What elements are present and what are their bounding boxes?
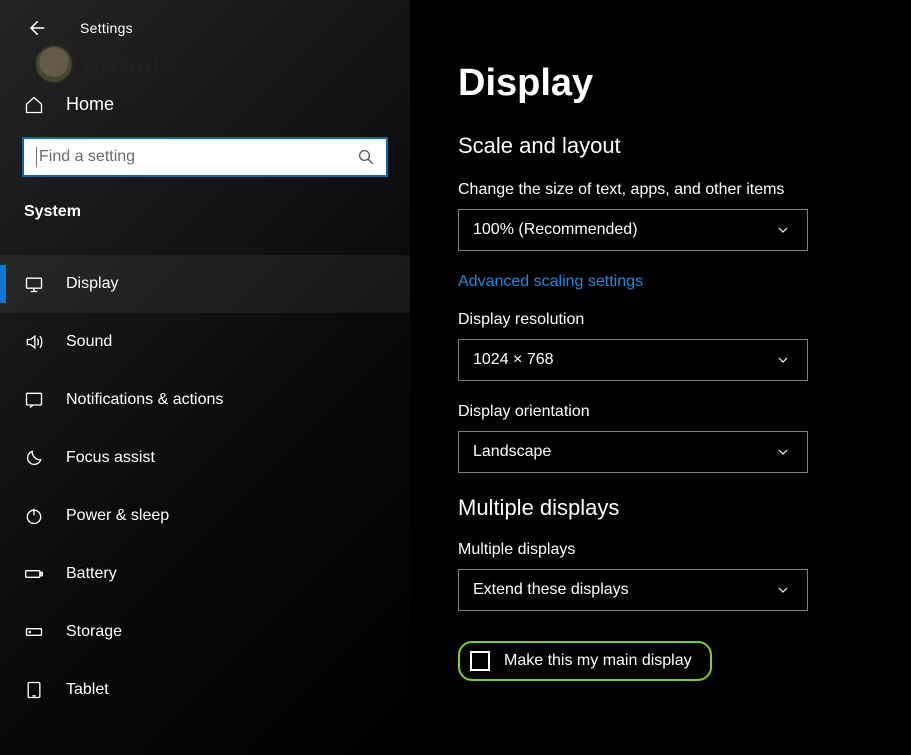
sidebar: Settings ppuals Home Find a setting — [0, 0, 410, 755]
sidebar-item-label: Notifications & actions — [66, 391, 223, 409]
page-title: Display — [458, 62, 871, 105]
chevron-down-icon — [773, 220, 793, 240]
sidebar-item-label: Tablet — [66, 681, 109, 699]
orientation-value: Landscape — [473, 443, 551, 461]
resolution-field: Display resolution 1024 × 768 — [458, 311, 871, 381]
sidebar-item-label: Display — [66, 275, 118, 293]
sidebar-item-label: Battery — [66, 565, 117, 583]
sidebar-item-display[interactable]: Display — [0, 255, 410, 313]
notifications-icon — [24, 390, 44, 410]
orientation-dropdown[interactable]: Landscape — [458, 431, 808, 473]
multiple-displays-value: Extend these displays — [473, 581, 629, 599]
home-label: Home — [66, 94, 114, 115]
battery-icon — [24, 564, 44, 584]
text-size-value: 100% (Recommended) — [473, 221, 638, 239]
focus-assist-icon — [24, 448, 44, 468]
multiple-displays-dropdown[interactable]: Extend these displays — [458, 569, 808, 611]
search-placeholder: Find a setting — [39, 148, 356, 166]
sidebar-nav: Display Sound Notifications & actions — [0, 255, 410, 719]
chevron-down-icon — [773, 580, 793, 600]
titlebar: Settings — [0, 0, 410, 56]
sidebar-item-power-sleep[interactable]: Power & sleep — [0, 487, 410, 545]
chevron-down-icon — [773, 442, 793, 462]
settings-window: Settings ppuals Home Find a setting — [0, 0, 911, 755]
sidebar-item-battery[interactable]: Battery — [0, 545, 410, 603]
sidebar-item-sound[interactable]: Sound — [0, 313, 410, 371]
storage-icon — [24, 622, 44, 642]
text-size-dropdown[interactable]: 100% (Recommended) — [458, 209, 808, 251]
multiple-displays-heading: Multiple displays — [458, 495, 871, 521]
sidebar-item-notifications[interactable]: Notifications & actions — [0, 371, 410, 429]
main-display-label: Make this my main display — [504, 652, 692, 670]
chevron-down-icon — [773, 350, 793, 370]
sidebar-item-label: Storage — [66, 623, 122, 641]
orientation-label: Display orientation — [458, 403, 871, 421]
sidebar-item-tablet[interactable]: Tablet — [0, 661, 410, 719]
multiple-displays-field: Multiple displays Extend these displays — [458, 541, 871, 611]
display-icon — [24, 274, 44, 294]
scale-layout-heading: Scale and layout — [458, 133, 871, 159]
tablet-icon — [24, 680, 44, 700]
search-container: Find a setting — [22, 137, 388, 177]
sidebar-item-label: Focus assist — [66, 449, 155, 467]
main-content: Display Scale and layout Change the size… — [410, 0, 911, 755]
search-input[interactable]: Find a setting — [22, 137, 388, 177]
resolution-value: 1024 × 768 — [473, 351, 554, 369]
power-icon — [24, 506, 44, 526]
sidebar-item-label: Sound — [66, 333, 112, 351]
sidebar-item-storage[interactable]: Storage — [0, 603, 410, 661]
search-icon — [356, 147, 376, 167]
home-icon — [24, 95, 44, 115]
multiple-displays-label: Multiple displays — [458, 541, 871, 559]
resolution-dropdown[interactable]: 1024 × 768 — [458, 339, 808, 381]
text-caret — [36, 147, 37, 167]
main-display-checkbox[interactable] — [470, 651, 490, 671]
main-display-highlight: Make this my main display — [458, 641, 712, 681]
orientation-field: Display orientation Landscape — [458, 403, 871, 473]
text-size-label: Change the size of text, apps, and other… — [458, 181, 871, 199]
back-button[interactable] — [20, 12, 52, 44]
sound-icon — [24, 332, 44, 352]
advanced-scaling-link[interactable]: Advanced scaling settings — [458, 273, 643, 291]
sidebar-item-focus-assist[interactable]: Focus assist — [0, 429, 410, 487]
sidebar-item-label: Power & sleep — [66, 507, 169, 525]
text-size-field: Change the size of text, apps, and other… — [458, 181, 871, 251]
sidebar-section-heading: System — [0, 177, 410, 227]
resolution-label: Display resolution — [458, 311, 871, 329]
arrow-left-icon — [26, 18, 46, 38]
home-nav[interactable]: Home — [0, 84, 410, 125]
window-title: Settings — [80, 20, 133, 36]
